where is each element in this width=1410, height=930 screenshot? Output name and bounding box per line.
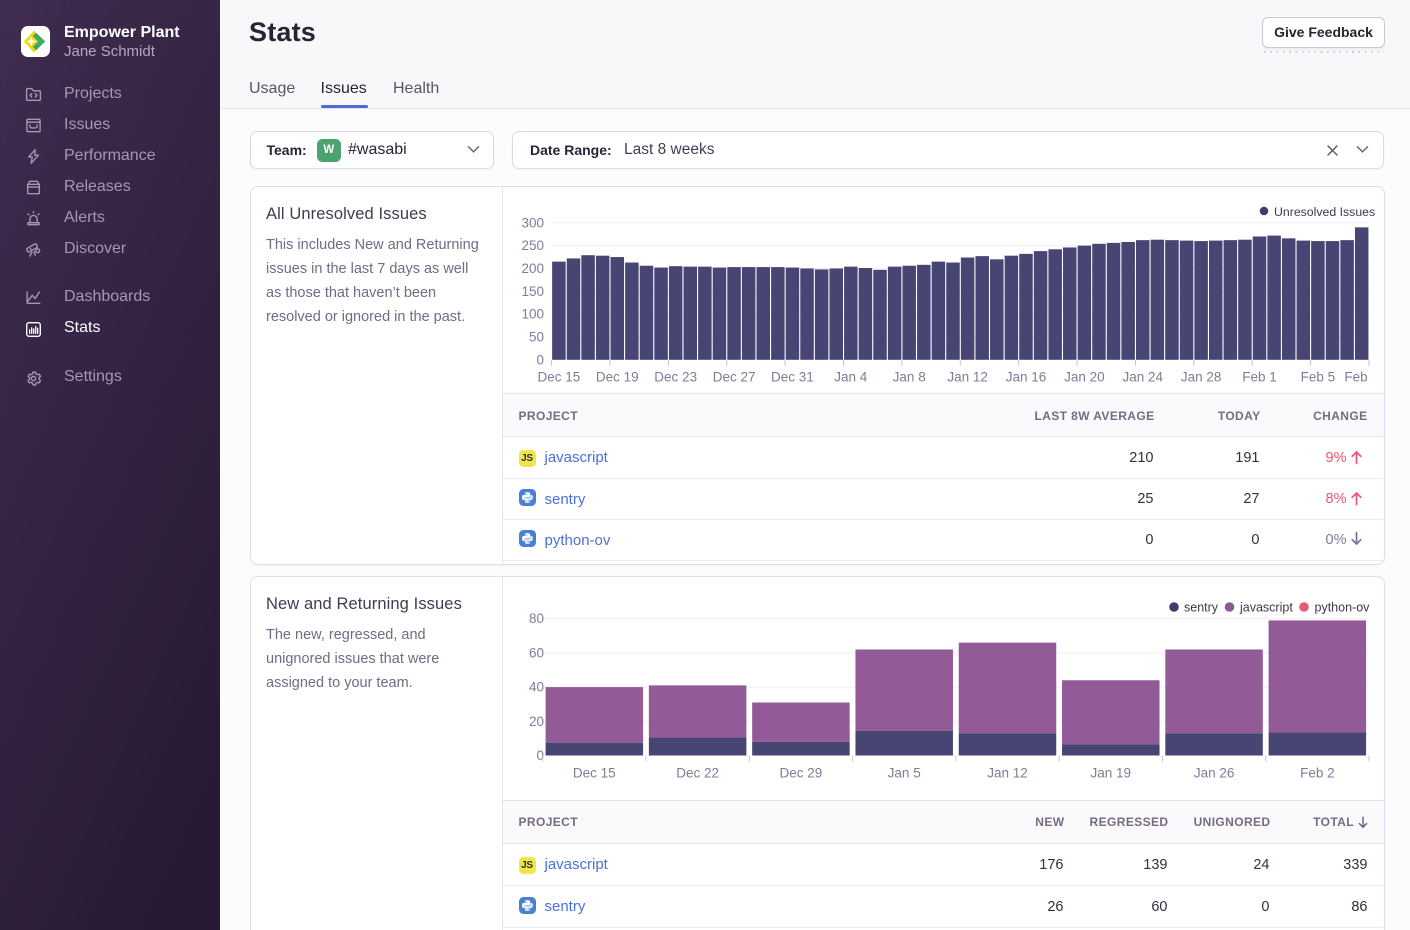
svg-text:Jan 28: Jan 28 — [1181, 370, 1222, 385]
svg-text:50: 50 — [529, 330, 544, 345]
svg-text:Unresolved Issues: Unresolved Issues — [1274, 205, 1375, 219]
svg-text:javascript: javascript — [1239, 601, 1293, 615]
svg-text:250: 250 — [521, 238, 544, 253]
svg-text:60: 60 — [529, 645, 544, 660]
svg-text:Dec 29: Dec 29 — [780, 766, 823, 781]
svg-text:Dec 19: Dec 19 — [596, 370, 639, 385]
svg-text:Dec 27: Dec 27 — [713, 370, 756, 385]
svg-text:20: 20 — [529, 714, 544, 729]
svg-text:Dec 22: Dec 22 — [676, 766, 719, 781]
svg-text:Jan 8: Jan 8 — [893, 370, 926, 385]
svg-text:Jan 26: Jan 26 — [1194, 766, 1235, 781]
svg-text:Feb: Feb — [1344, 370, 1367, 385]
svg-text:Jan 24: Jan 24 — [1123, 370, 1164, 385]
svg-text:Jan 12: Jan 12 — [947, 370, 988, 385]
svg-text:40: 40 — [529, 680, 544, 695]
svg-text:Feb 2: Feb 2 — [1300, 766, 1335, 781]
svg-text:200: 200 — [521, 261, 544, 276]
svg-text:Dec 23: Dec 23 — [654, 370, 697, 385]
svg-text:80: 80 — [529, 611, 544, 626]
svg-text:Jan 12: Jan 12 — [987, 766, 1028, 781]
svg-text:Dec 31: Dec 31 — [771, 370, 814, 385]
svg-text:sentry: sentry — [1184, 601, 1219, 615]
svg-text:Dec 15: Dec 15 — [538, 370, 581, 385]
svg-text:Feb 1: Feb 1 — [1242, 370, 1277, 385]
svg-text:Dec 15: Dec 15 — [573, 766, 616, 781]
svg-text:Feb 5: Feb 5 — [1301, 370, 1336, 385]
svg-text:Jan 20: Jan 20 — [1064, 370, 1105, 385]
svg-text:Jan 4: Jan 4 — [834, 370, 868, 385]
svg-text:150: 150 — [521, 284, 544, 299]
svg-text:Jan 16: Jan 16 — [1006, 370, 1047, 385]
svg-text:300: 300 — [521, 215, 544, 230]
svg-text:100: 100 — [521, 307, 544, 322]
svg-text:python-ov: python-ov — [1315, 601, 1371, 615]
svg-text:Jan 19: Jan 19 — [1091, 766, 1132, 781]
svg-text:0: 0 — [536, 352, 544, 367]
svg-text:Jan 5: Jan 5 — [888, 766, 921, 781]
